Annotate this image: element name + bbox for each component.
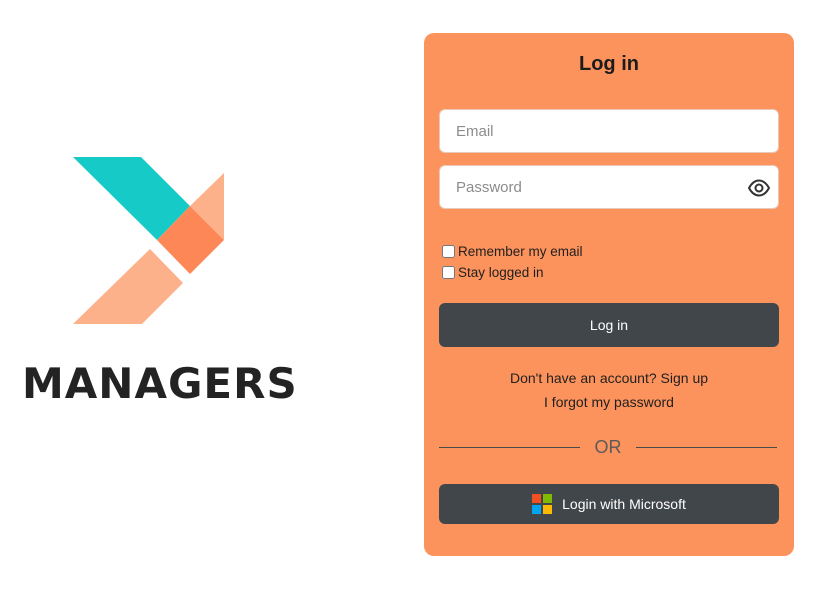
login-title: Log in	[579, 53, 639, 75]
login-button[interactable]: Log in	[439, 303, 779, 347]
remember-email-row[interactable]: Remember my email	[442, 244, 583, 259]
eye-icon[interactable]	[747, 176, 771, 200]
divider-left	[439, 447, 580, 448]
remember-email-label: Remember my email	[458, 244, 583, 259]
stay-logged-in-checkbox[interactable]	[442, 266, 455, 279]
ms-square-green	[543, 494, 553, 503]
microsoft-login-label: Login with Microsoft	[562, 496, 686, 512]
signup-prompt: Don't have an account?	[509, 370, 657, 386]
forgot-password-line: I forgot my password	[424, 394, 794, 410]
email-input[interactable]	[440, 110, 778, 152]
ms-square-blue	[532, 505, 542, 514]
remember-email-checkbox[interactable]	[442, 245, 455, 258]
divider-right	[636, 447, 777, 448]
password-field-wrapper	[439, 165, 779, 209]
brand-wordmark: MANAGERS	[22, 359, 298, 408]
microsoft-login-button[interactable]: Login with Microsoft	[439, 484, 779, 524]
managers-logo-icon	[73, 157, 224, 324]
signup-link[interactable]: Sign up	[661, 370, 708, 386]
logo-peach-bottom-shape	[73, 249, 183, 324]
signup-line: Don't have an account? Sign up	[424, 370, 794, 386]
divider-or: OR	[594, 437, 622, 457]
ms-square-yellow	[543, 505, 553, 514]
microsoft-logo-icon	[532, 494, 553, 514]
forgot-password-link[interactable]: I forgot my password	[544, 394, 674, 410]
password-input[interactable]	[440, 166, 778, 208]
ms-square-red	[532, 494, 542, 503]
stay-logged-in-label: Stay logged in	[458, 265, 544, 280]
login-card: Log in Remember my email Stay logged in …	[424, 33, 794, 556]
stay-logged-in-row[interactable]: Stay logged in	[442, 265, 544, 280]
email-field-wrapper	[439, 109, 779, 153]
